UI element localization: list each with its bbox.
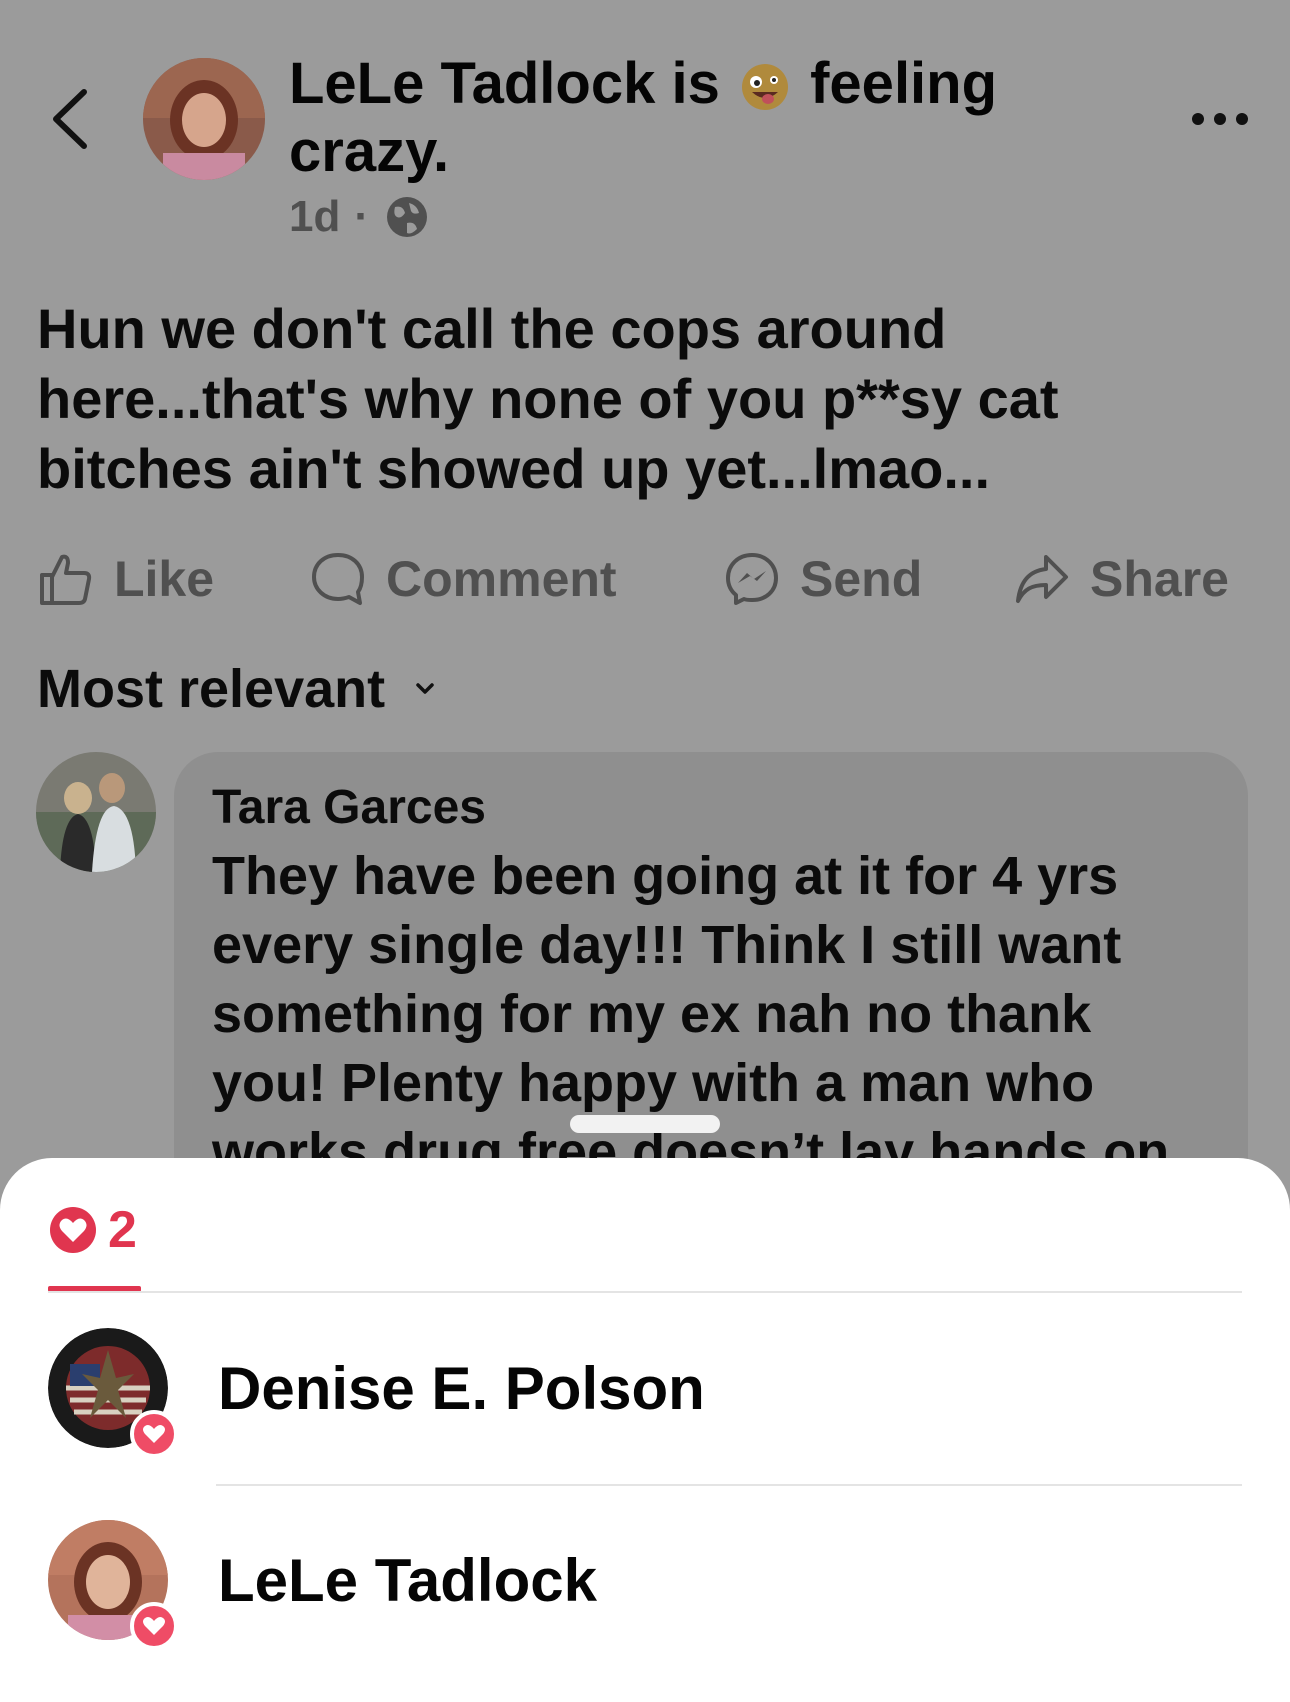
heart-icon: [50, 1207, 96, 1253]
activity-feeling: feeling: [810, 51, 998, 116]
comment-bubble[interactable]: Tara Garces They have been going at it f…: [174, 752, 1248, 1212]
crazy-face-emoji-icon: [740, 59, 790, 110]
share-label: Share: [1090, 551, 1229, 607]
love-count: 2: [108, 1201, 137, 1259]
comment-bubble-icon: [312, 553, 364, 605]
like-button[interactable]: Like: [38, 550, 214, 608]
comment-label: Comment: [386, 551, 617, 607]
reactor-name[interactable]: Denise E. Polson: [218, 1354, 705, 1423]
sort-label: Most relevant: [37, 659, 386, 719]
sheet-grabber-handle[interactable]: [570, 1115, 720, 1133]
love-reaction-badge-icon: [130, 1410, 178, 1458]
reactor-row[interactable]: LeLe Tadlock: [0, 1520, 1290, 1670]
send-label: Send: [800, 551, 923, 607]
send-button[interactable]: Send: [724, 550, 922, 608]
reactor-row[interactable]: Denise E. Polson: [0, 1328, 1290, 1478]
more-options-icon[interactable]: [1190, 104, 1250, 134]
reactor-name[interactable]: LeLe Tadlock: [218, 1546, 597, 1615]
list-divider: [216, 1484, 1242, 1486]
post-text: Hun we don't call the cops around here..…: [37, 297, 1059, 500]
post-time[interactable]: 1d: [289, 192, 340, 242]
post-meta: 1d ·: [289, 192, 431, 242]
comment-author[interactable]: Tara Garces: [212, 780, 1210, 836]
author-avatar[interactable]: [143, 58, 265, 180]
activity-prefix: is: [671, 51, 720, 116]
commenter-avatar[interactable]: [36, 752, 156, 872]
messenger-icon: [726, 553, 778, 605]
post-actions-bar: Like Comment Send Share: [38, 550, 1258, 620]
activity-state: crazy.: [289, 119, 450, 184]
chevron-down-icon: [416, 683, 434, 694]
love-reaction-badge-icon: [130, 1602, 178, 1650]
like-label: Like: [114, 551, 215, 607]
comment-button[interactable]: Comment: [310, 550, 617, 608]
comment-sort-dropdown[interactable]: Most relevant: [37, 658, 435, 720]
meta-separator: ·: [354, 192, 370, 241]
share-arrow-icon: [1016, 555, 1068, 603]
thumbs-up-icon: [40, 554, 92, 605]
globe-icon: [387, 197, 428, 237]
tab-love-reactions[interactable]: 2: [48, 1200, 137, 1260]
author-name[interactable]: LeLe Tadlock: [289, 51, 655, 116]
comment-text: They have been going at it for 4 yrs eve…: [212, 846, 1170, 1182]
share-button[interactable]: Share: [1014, 550, 1229, 608]
back-button[interactable]: [46, 84, 94, 154]
tab-divider: [48, 1291, 1242, 1293]
post-header: LeLe Tadlock is feeling crazy.: [289, 50, 1029, 186]
